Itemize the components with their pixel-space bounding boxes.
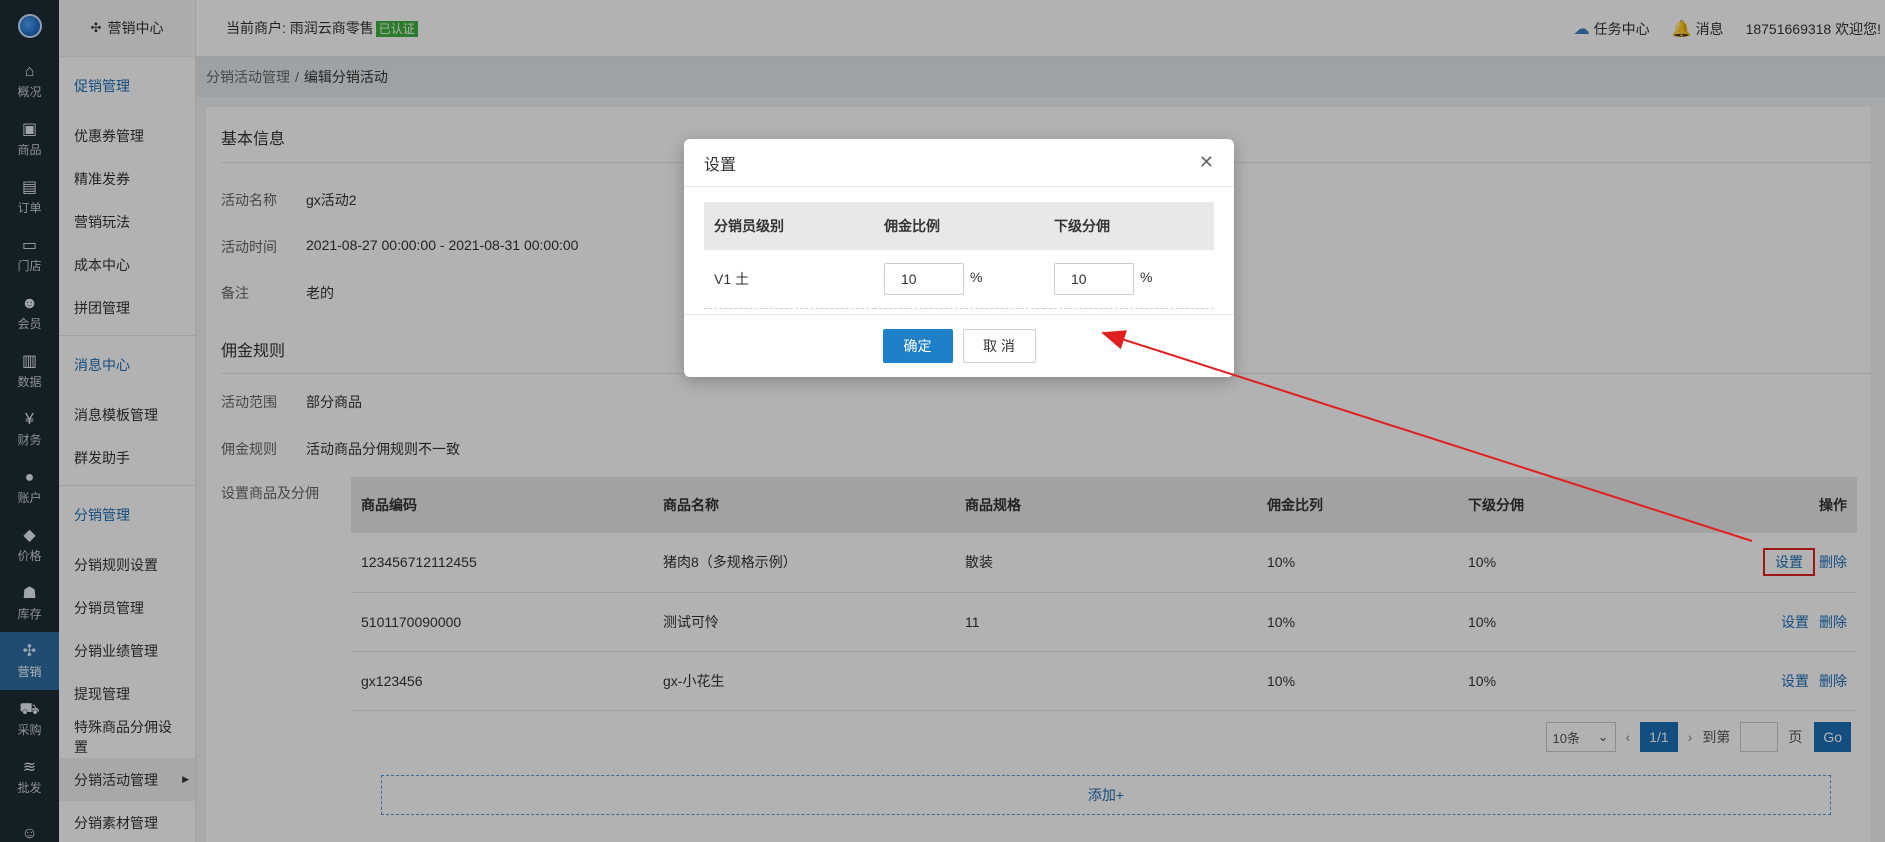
col-level: 分销员级别 [704, 202, 874, 250]
confirm-button[interactable]: 确定 [882, 329, 953, 363]
modal-mask[interactable] [0, 0, 1885, 842]
cell-sub: 10% [1044, 250, 1214, 309]
percent-unit: % [970, 269, 983, 286]
dialog-header: 设置 ✕ [684, 139, 1234, 187]
sub-commission-input[interactable]: 10 [1054, 262, 1134, 295]
cell-rate: 10% [874, 250, 1044, 309]
cancel-button[interactable]: 取 消 [962, 329, 1036, 363]
cell-level: V1 土 [704, 250, 874, 309]
dialog-footer: 确定 取 消 [684, 314, 1234, 377]
dialog-header-row: 分销员级别 佣金比例 下级分佣 [704, 202, 1214, 250]
col-sub-commission: 下级分佣 [1044, 202, 1214, 250]
level-commission-table: 分销员级别 佣金比例 下级分佣 V1 土 10% 10% [704, 202, 1214, 309]
dialog-title: 设置 [704, 156, 737, 174]
settings-dialog: 设置 ✕ 分销员级别 佣金比例 下级分佣 V1 土 10% 10% 确定 取 消 [684, 139, 1234, 377]
percent-unit: % [1140, 269, 1153, 286]
table-row: V1 土 10% 10% [704, 250, 1214, 309]
commission-rate-input[interactable]: 10 [884, 262, 964, 295]
col-commission: 佣金比例 [874, 202, 1044, 250]
close-icon[interactable]: ✕ [1199, 153, 1214, 171]
